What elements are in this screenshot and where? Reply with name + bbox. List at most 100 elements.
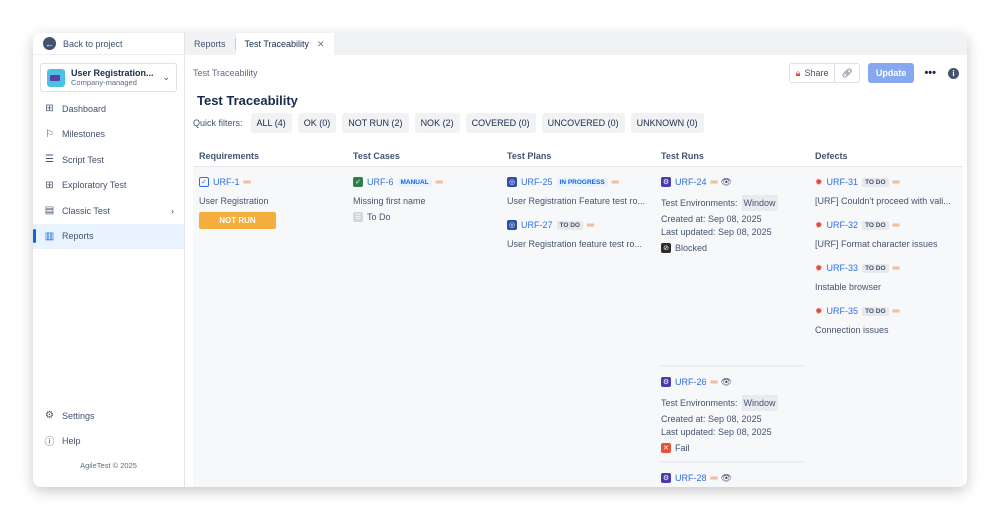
test-plan-icon: ◎ xyxy=(507,220,517,230)
sidebar-item-script-test[interactable]: ☰ Script Test xyxy=(33,147,184,173)
chart-icon: ▥ xyxy=(44,230,55,242)
filter-covered[interactable]: COVERED (0) xyxy=(465,113,536,133)
issue-link[interactable]: URF-24 xyxy=(675,177,707,187)
filter-unknown[interactable]: UNKNOWN (0) xyxy=(630,113,704,133)
fail-icon: ✕ xyxy=(661,443,671,453)
footer-copyright: AgileTest © 2025 xyxy=(80,461,137,470)
share-button[interactable]: 🔒︎ Share xyxy=(788,63,836,83)
sidebar-item-milestones[interactable]: ⚐ Milestones xyxy=(33,122,184,148)
filter-all[interactable]: ALL (4) xyxy=(250,113,292,133)
env-value: Window xyxy=(741,395,778,411)
update-button[interactable]: Update xyxy=(867,63,915,83)
sidebar-item-reports[interactable]: ▥ Reports xyxy=(33,223,184,249)
sidebar: ← Back to project User Registration... Com… xyxy=(33,33,185,487)
issue-link[interactable]: URF-28 xyxy=(675,473,707,483)
issue-link[interactable]: URF-27 xyxy=(521,220,553,230)
more-icon[interactable]: ••• xyxy=(924,67,936,79)
arrow-left-icon: ← xyxy=(43,37,56,50)
test-plans-cell: ◎ URF-25 IN PROGRESS ═ User Registration Fe… xyxy=(501,167,655,487)
issue-link[interactable]: URF-1 xyxy=(213,177,240,187)
status-badge: TO DO xyxy=(862,263,889,273)
bug-icon: ✹ xyxy=(815,219,823,230)
close-icon[interactable]: ✕ xyxy=(317,39,325,50)
sidebar-item-exploratory-test[interactable]: ⊞ Exploratory Test xyxy=(33,173,184,199)
project-logo xyxy=(47,68,65,87)
last-updated: Last updated: Sep 08, 2025 xyxy=(661,227,772,237)
tab-reports[interactable]: Reports xyxy=(185,33,235,55)
chevron-right-icon: › xyxy=(171,205,174,216)
table-row: ✓ URF-1 ═ User Registration NOT RUN ✓ URF-6… xyxy=(193,167,963,487)
filter-uncovered[interactable]: UNCOVERED (0) xyxy=(541,113,625,133)
issue-link[interactable]: URF-35 xyxy=(827,306,859,316)
eye-icon[interactable]: 👁︎ xyxy=(721,177,732,188)
tab-bar: Reports Test Traceability ✕ xyxy=(185,33,967,55)
issue-summary: User Registration Feature test ro... xyxy=(507,196,646,206)
status-badge: TO DO xyxy=(556,220,583,230)
test-runs-cell: ⚙ URF-24 ═ 👁︎ Test Environments: Window Crea… xyxy=(655,167,809,487)
issue-link[interactable]: URF-33 xyxy=(827,263,859,273)
breadcrumb[interactable]: Test Traceability xyxy=(193,68,258,78)
status-badge: NOT RUN xyxy=(199,212,276,229)
issue-summary: Instable browser xyxy=(815,282,882,292)
test-run-icon: ⚙ xyxy=(661,177,671,187)
priority-medium-icon: ═ xyxy=(710,176,718,188)
nav-label: Script Test xyxy=(62,154,104,165)
copy-link-button[interactable]: 🔗︎ xyxy=(835,63,860,83)
main-content: Test Traceability 🔒︎ Share 🔗︎ Update ••• … xyxy=(185,55,967,487)
env-value: Window xyxy=(741,195,778,211)
grid-icon: ⊞ xyxy=(45,103,54,115)
sidebar-item-help[interactable]: ⓘ Help xyxy=(33,428,184,454)
type-badge: MANUAL xyxy=(397,177,432,187)
tab-test-traceability[interactable]: Test Traceability ✕ xyxy=(235,33,334,55)
checkbox-story-icon: ✓ xyxy=(199,177,209,187)
priority-medium-icon: ═ xyxy=(435,176,443,188)
status-text: Fail xyxy=(675,443,690,453)
env-label: Test Environments: xyxy=(661,198,738,208)
bug-icon: ✹ xyxy=(815,262,823,273)
issue-link[interactable]: URF-6 xyxy=(367,177,394,187)
bug-icon: ✹ xyxy=(815,305,823,316)
tab-label: Reports xyxy=(194,39,226,49)
info-icon[interactable]: i xyxy=(948,67,959,79)
status-badge: TO DO xyxy=(862,306,889,316)
filter-ok[interactable]: OK (0) xyxy=(297,113,337,133)
nav-label: Dashboard xyxy=(62,103,107,114)
column-header: Test Runs xyxy=(661,150,704,161)
list-play-icon: ☰ xyxy=(45,154,54,166)
nav-label: Settings xyxy=(62,410,95,421)
blocked-icon: ⊘ xyxy=(661,243,671,253)
project-selector[interactable]: User Registration... Company-managed ⌄ xyxy=(40,63,177,92)
filter-nok[interactable]: NOK (2) xyxy=(414,113,460,133)
project-name: User Registration... xyxy=(71,68,154,78)
sidebar-item-classic-test[interactable]: ▤ Classic Test › xyxy=(33,198,184,224)
column-header: Requirements xyxy=(199,150,260,161)
test-case-icon: ✓ xyxy=(353,177,363,187)
priority-medium-icon: ═ xyxy=(892,305,900,317)
column-header: Test Plans xyxy=(507,150,552,161)
eye-icon[interactable]: 👁︎ xyxy=(721,473,732,484)
tab-label: Test Traceability xyxy=(244,39,310,49)
page-title: Test Traceability xyxy=(197,93,298,108)
back-to-project-link[interactable]: ← Back to project xyxy=(33,33,184,55)
toolbar: 🔒︎ Share 🔗︎ Update ••• i xyxy=(788,63,959,83)
issue-link[interactable]: URF-32 xyxy=(827,220,859,230)
priority-medium-icon: ═ xyxy=(892,176,900,188)
chevron-down-icon: ⌄ xyxy=(162,72,170,82)
priority-medium-icon: ═ xyxy=(710,472,718,484)
sidebar-item-dashboard[interactable]: ⊞ Dashboard xyxy=(33,96,184,122)
issue-link[interactable]: URF-26 xyxy=(675,377,707,387)
status-badge: TO DO xyxy=(862,177,889,187)
created-at: Created at: Sep 08, 2025 xyxy=(661,414,762,424)
issue-link[interactable]: URF-25 xyxy=(521,177,553,187)
gear-icon: ⚙ xyxy=(45,410,54,422)
priority-medium-icon: ═ xyxy=(243,176,251,188)
priority-medium-icon: ═ xyxy=(892,219,900,231)
sidebar-item-settings[interactable]: ⚙ Settings xyxy=(33,403,184,429)
issue-summary: User Registration feature test ro... xyxy=(507,239,643,249)
issue-summary: [URF] Couldn't proceed with vali... xyxy=(815,196,951,206)
eye-icon[interactable]: 👁︎ xyxy=(721,377,732,388)
help-icon: ⓘ xyxy=(44,437,55,449)
issue-link[interactable]: URF-31 xyxy=(827,177,859,187)
filter-not-run[interactable]: NOT RUN (2) xyxy=(342,113,409,133)
nav-label: Reports xyxy=(62,231,94,242)
